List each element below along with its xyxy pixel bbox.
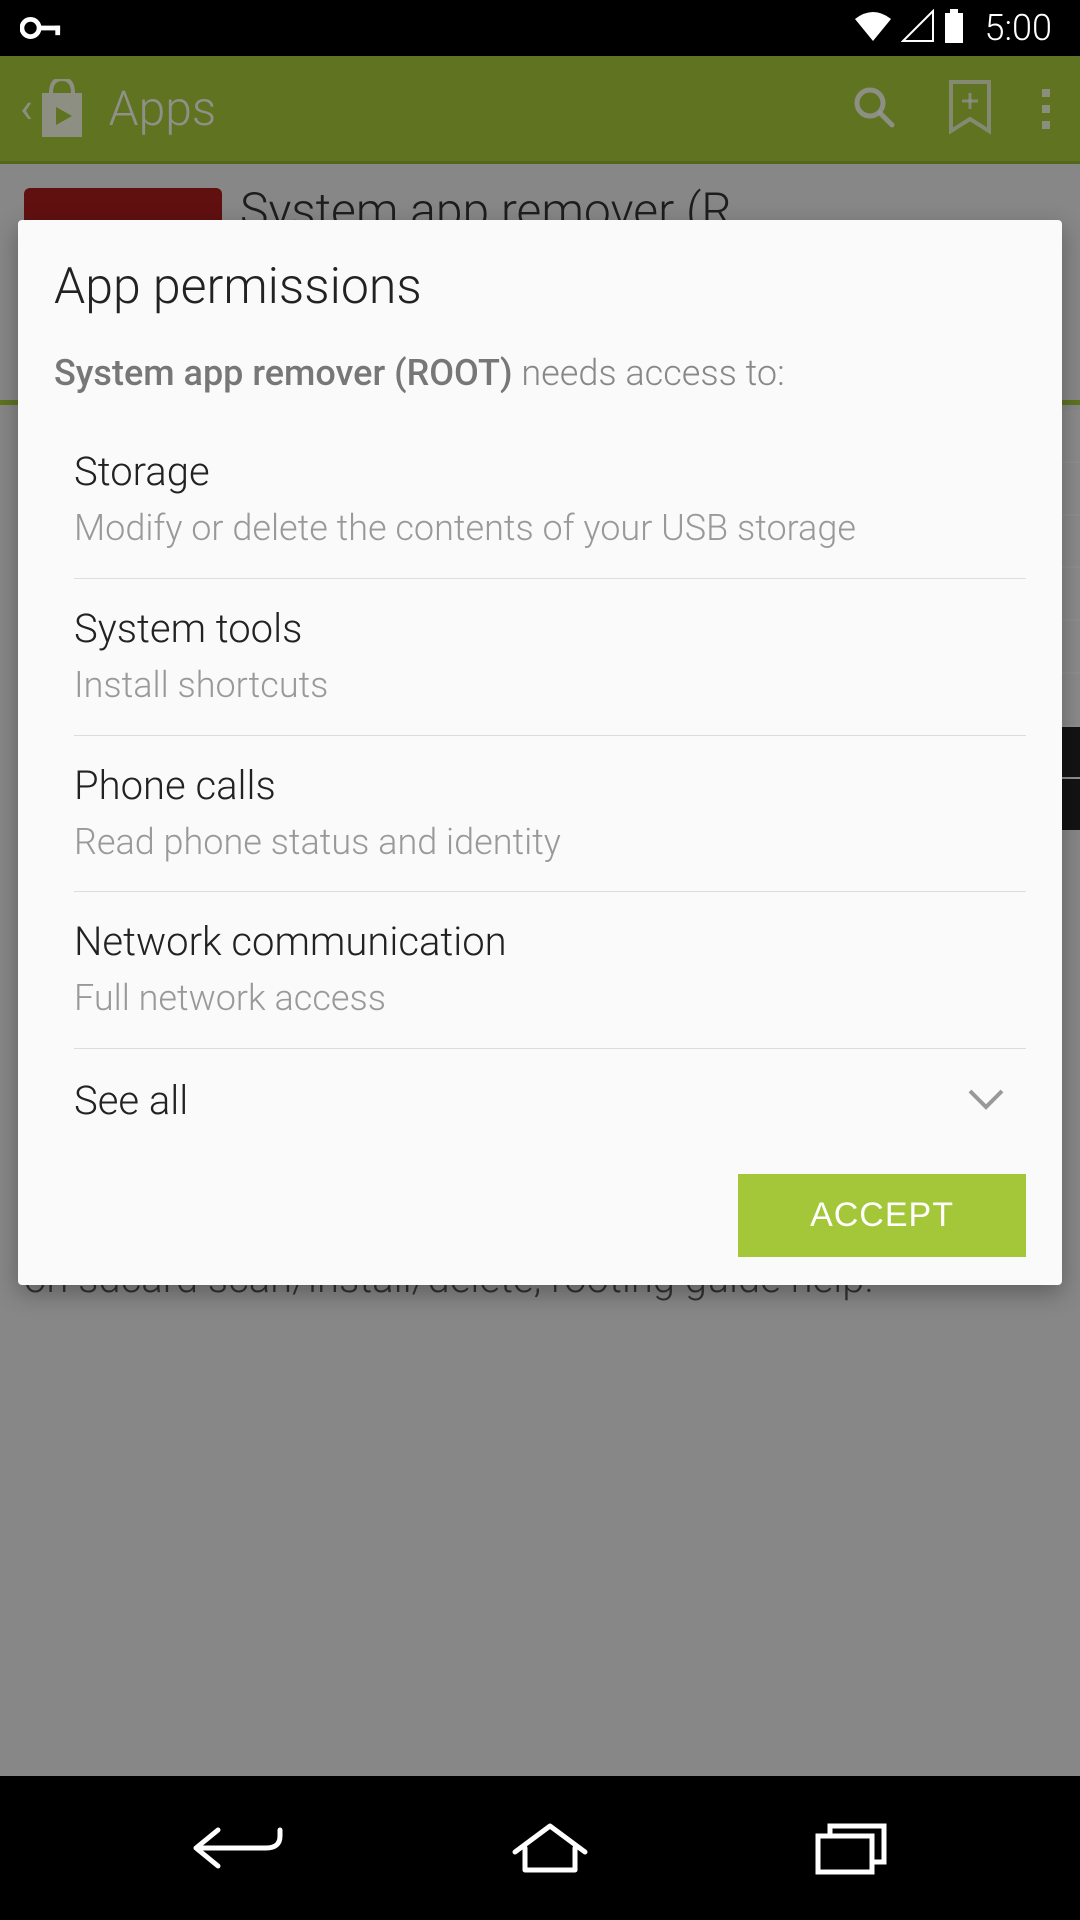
permission-name: Storage — [74, 448, 1026, 495]
see-all-label: See all — [74, 1077, 188, 1124]
key-icon — [20, 17, 62, 39]
permission-desc: Read phone status and identity — [74, 819, 1026, 866]
battery-icon — [943, 9, 965, 47]
status-left — [20, 17, 62, 39]
dialog-actions: ACCEPT — [54, 1174, 1026, 1257]
status-right-group: 5:00 — [853, 7, 1052, 49]
accept-button[interactable]: ACCEPT — [738, 1174, 1026, 1257]
back-nav-icon[interactable] — [188, 1818, 288, 1878]
permission-item: Network communication Full network acces… — [74, 892, 1026, 1049]
permission-desc: Full network access — [74, 975, 1026, 1022]
permission-desc: Modify or delete the contents of your US… — [74, 505, 1026, 552]
home-nav-icon[interactable] — [505, 1818, 595, 1878]
permissions-dialog: App permissions System app remover (ROOT… — [18, 220, 1062, 1285]
dialog-app-name: System app remover (ROOT) — [54, 352, 513, 394]
permission-name: Network communication — [74, 918, 1026, 965]
dialog-subtitle: System app remover (ROOT) needs access t… — [54, 352, 1026, 394]
cellular-icon — [901, 9, 935, 47]
permission-item: Storage Modify or delete the contents of… — [74, 422, 1026, 579]
status-time: 5:00 — [985, 7, 1052, 49]
wifi-icon — [853, 9, 893, 47]
nav-bar — [0, 1776, 1080, 1920]
permissions-list: Storage Modify or delete the contents of… — [54, 422, 1026, 1142]
recents-nav-icon[interactable] — [812, 1818, 892, 1878]
permission-item: Phone calls Read phone status and identi… — [74, 736, 1026, 893]
permission-desc: Install shortcuts — [74, 662, 1026, 709]
chevron-down-icon — [966, 1087, 1006, 1115]
see-all-row[interactable]: See all — [74, 1049, 1026, 1142]
dialog-title: App permissions — [54, 258, 1026, 316]
status-bar: 5:00 — [0, 0, 1080, 56]
dialog-subtitle-suffix: needs access to: — [513, 352, 785, 394]
permission-name: Phone calls — [74, 762, 1026, 809]
permission-item: System tools Install shortcuts — [74, 579, 1026, 736]
permission-name: System tools — [74, 605, 1026, 652]
